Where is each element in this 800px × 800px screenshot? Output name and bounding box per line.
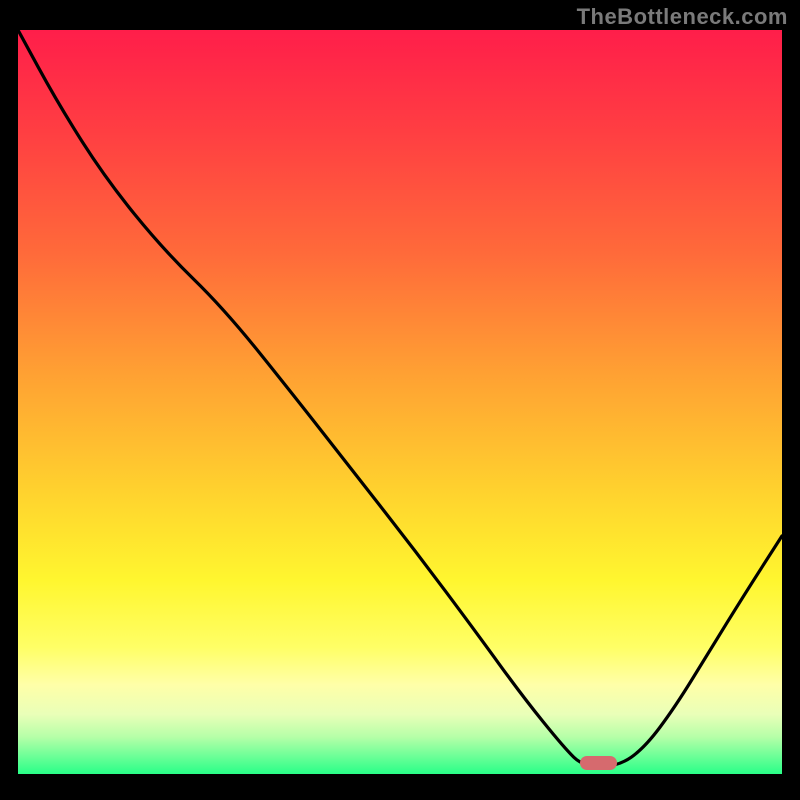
optimum-marker [580, 756, 617, 769]
plot-area [18, 30, 782, 774]
chart-frame: TheBottleneck.com [0, 0, 800, 800]
watermark-text: TheBottleneck.com [577, 4, 788, 30]
bottleneck-curve-path [18, 30, 782, 767]
curve-svg [18, 30, 782, 774]
